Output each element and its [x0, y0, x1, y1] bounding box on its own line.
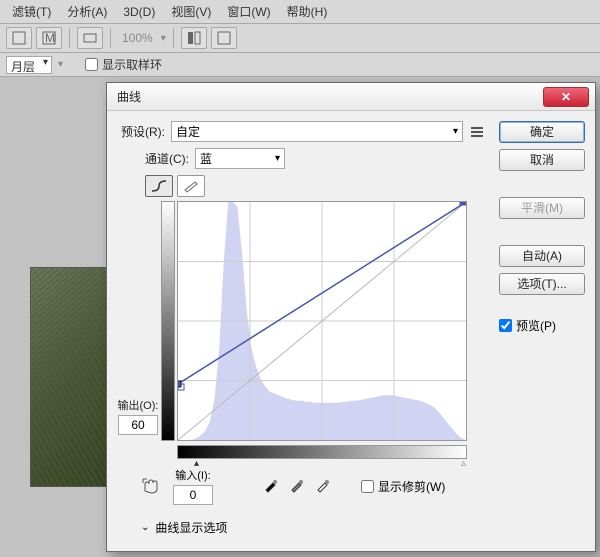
- input-label: 输入(I):: [175, 467, 210, 483]
- channel-dropdown[interactable]: 蓝▾: [195, 148, 285, 169]
- menu-bar: 滤镜(T) 分析(A) 3D(D) 视图(V) 窗口(W) 帮助(H): [0, 0, 600, 24]
- menu-view[interactable]: 视图(V): [163, 3, 219, 20]
- white-point-eyedropper-icon[interactable]: [315, 477, 333, 495]
- launch-bridge-icon[interactable]: [6, 27, 32, 49]
- menu-window[interactable]: 窗口(W): [219, 3, 278, 20]
- gray-point-eyedropper-icon[interactable]: [289, 477, 307, 495]
- screen-mode-icon[interactable]: [211, 27, 237, 49]
- menu-filter[interactable]: 滤镜(T): [4, 3, 59, 20]
- preset-dropdown[interactable]: 自定▾: [171, 121, 463, 142]
- launch-minibridge-icon[interactable]: Mb: [36, 27, 62, 49]
- show-clipping-label: 显示修剪(W): [378, 478, 445, 495]
- preview-label: 预览(P): [516, 317, 556, 334]
- cancel-button[interactable]: 取消: [499, 149, 585, 171]
- svg-text:Mb: Mb: [45, 31, 56, 45]
- menu-3d[interactable]: 3D(D): [115, 5, 163, 19]
- options-bar: 月层 ▾ 显示取样环: [0, 53, 600, 77]
- preview-checkbox[interactable]: 预览(P): [499, 317, 585, 334]
- curves-graph[interactable]: [177, 201, 467, 441]
- curve-line[interactable]: [178, 202, 466, 440]
- close-button[interactable]: ✕: [543, 87, 589, 107]
- menu-analyze[interactable]: 分析(A): [59, 3, 115, 20]
- view-extras-icon[interactable]: [77, 27, 103, 49]
- app-toolbar: Mb 100% ▾: [0, 24, 600, 53]
- channel-label: 通道(C):: [145, 150, 189, 167]
- targeted-adjust-tool[interactable]: [141, 477, 163, 495]
- curve-display-options-label[interactable]: 曲线显示选项: [155, 519, 227, 536]
- curves-dialog: 曲线 ✕ 预设(R): 自定▾ 通道(C): 蓝▾: [106, 82, 596, 552]
- preset-menu-icon[interactable]: [469, 124, 485, 140]
- auto-button[interactable]: 自动(A): [499, 245, 585, 267]
- preset-label: 预设(R):: [121, 123, 165, 140]
- zoom-level[interactable]: 100%: [118, 31, 157, 45]
- input-gradient: [177, 445, 467, 459]
- show-clipping-checkbox[interactable]: 显示修剪(W): [361, 478, 445, 495]
- options-button[interactable]: 选项(T)...: [499, 273, 585, 295]
- dialog-titlebar[interactable]: 曲线 ✕: [107, 83, 595, 111]
- black-point-eyedropper-icon[interactable]: [263, 477, 281, 495]
- output-label: 输出(O):: [117, 397, 159, 413]
- output-input[interactable]: [118, 415, 158, 435]
- arrange-docs-icon[interactable]: [181, 27, 207, 49]
- output-gradient: [161, 201, 175, 441]
- show-sampling-ring-label: 显示取样环: [102, 56, 162, 73]
- menu-help[interactable]: 帮助(H): [279, 3, 336, 20]
- disclosure-icon[interactable]: ⌄: [141, 522, 149, 533]
- pencil-curve-tool[interactable]: [177, 175, 205, 197]
- smooth-button: 平滑(M): [499, 197, 585, 219]
- point-curve-tool[interactable]: [145, 175, 173, 197]
- dialog-title: 曲线: [117, 88, 543, 105]
- layer-dropdown[interactable]: 月层: [6, 56, 52, 74]
- show-sampling-ring-checkbox[interactable]: 显示取样环: [85, 56, 162, 73]
- input-input[interactable]: [173, 485, 213, 505]
- ok-button[interactable]: 确定: [499, 121, 585, 143]
